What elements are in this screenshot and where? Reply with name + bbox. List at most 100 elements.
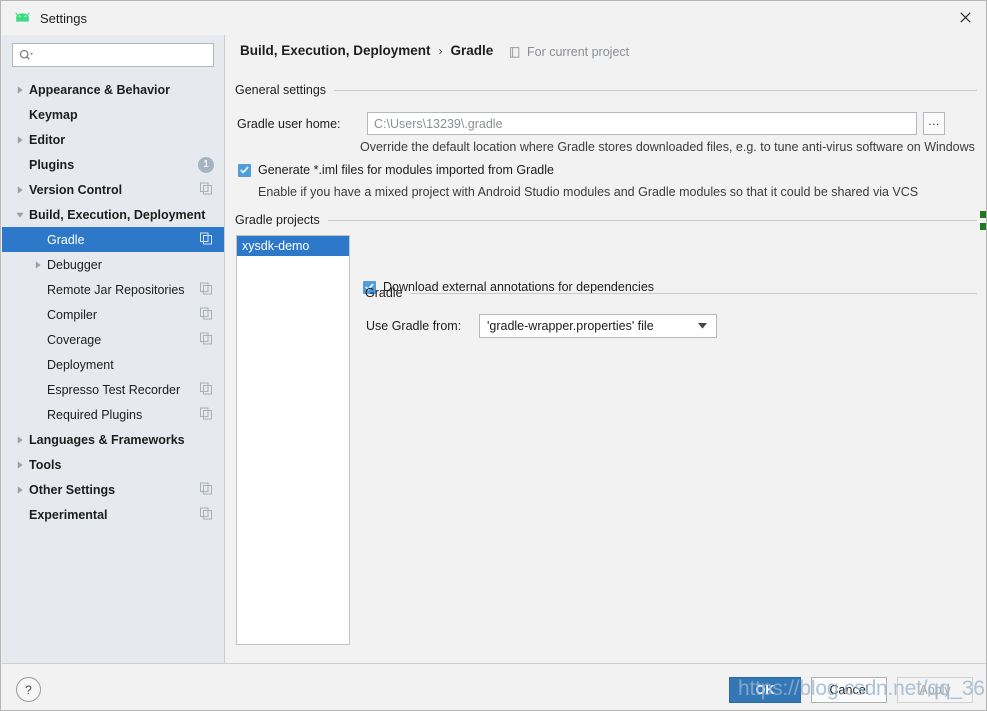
- chevron-right-icon[interactable]: [14, 134, 26, 146]
- sidebar-item-label: Required Plugins: [47, 408, 142, 422]
- modified-marker-bottom: [980, 223, 987, 230]
- group-divider: [328, 220, 977, 221]
- sidebar-item-build-execution-deployment[interactable]: Build, Execution, Deployment: [2, 202, 224, 227]
- copy-icon: [200, 232, 212, 247]
- general-settings-header: General settings: [225, 83, 987, 97]
- breadcrumb-segment-1[interactable]: Gradle: [451, 43, 494, 58]
- plugins-update-badge: 1: [198, 157, 214, 173]
- copy-icon: [200, 182, 212, 197]
- chevron-down-icon[interactable]: [14, 209, 26, 221]
- sidebar-item-label: Espresso Test Recorder: [47, 383, 180, 397]
- tree-indent-spacer: [32, 309, 44, 321]
- sidebar-item-other-settings[interactable]: Other Settings: [2, 477, 224, 502]
- close-icon[interactable]: [942, 1, 987, 34]
- tree-indent-spacer: [32, 334, 44, 346]
- search-box[interactable]: [12, 43, 214, 67]
- sidebar-item-keymap[interactable]: Keymap: [2, 102, 224, 127]
- sidebar-item-required-plugins[interactable]: Required Plugins: [2, 402, 224, 427]
- sidebar-item-label: Compiler: [47, 308, 97, 322]
- chevron-right-icon[interactable]: [14, 484, 26, 496]
- sidebar-item-label: Build, Execution, Deployment: [29, 208, 205, 222]
- group-divider: [411, 293, 977, 294]
- general-settings-title: General settings: [235, 83, 326, 97]
- ok-button[interactable]: OK: [729, 677, 801, 703]
- use-gradle-from-value: 'gradle-wrapper.properties' file: [487, 319, 654, 333]
- tree-indent-spacer: [32, 359, 44, 371]
- copy-icon: [200, 332, 212, 347]
- sidebar-item-version-control[interactable]: Version Control: [2, 177, 224, 202]
- settings-dialog: Settings Appearance & BehaviorKe: [0, 0, 987, 711]
- tree-indent-spacer: [32, 409, 44, 421]
- use-gradle-from-select[interactable]: 'gradle-wrapper.properties' file: [479, 314, 717, 338]
- sidebar-item-espresso-test-recorder[interactable]: Espresso Test Recorder: [2, 377, 224, 402]
- search-input[interactable]: [34, 45, 213, 65]
- gradle-project-item[interactable]: xysdk-demo: [237, 236, 349, 256]
- copy-icon: [200, 282, 212, 297]
- generate-iml-label: Generate *.iml files for modules importe…: [258, 163, 554, 177]
- cancel-button[interactable]: Cancel: [811, 677, 887, 703]
- gradle-user-home-hint: Override the default location where Grad…: [360, 140, 975, 154]
- sidebar-item-label: Remote Jar Repositories: [47, 283, 185, 297]
- copy-icon: [200, 307, 212, 322]
- breadcrumb-separator: ›: [439, 44, 443, 58]
- scope-note-label: For current project: [527, 45, 629, 59]
- gradle-user-home-input[interactable]: [367, 112, 917, 135]
- sidebar-item-appearance-behavior[interactable]: Appearance & Behavior: [2, 77, 224, 102]
- use-gradle-from-row: Use Gradle from: 'gradle-wrapper.propert…: [366, 314, 717, 338]
- dialog-footer: ? OK Cancel Apply: [2, 663, 987, 711]
- browse-button[interactable]: ...: [923, 112, 945, 135]
- sidebar-item-editor[interactable]: Editor: [2, 127, 224, 152]
- sidebar-item-label: Tools: [29, 458, 61, 472]
- modified-marker-top: [980, 211, 987, 218]
- sidebar-item-compiler[interactable]: Compiler: [2, 302, 224, 327]
- sidebar-item-label: Debugger: [47, 258, 102, 272]
- chevron-right-icon[interactable]: [14, 84, 26, 96]
- tree-indent-spacer: [14, 509, 26, 521]
- sidebar-item-label: Coverage: [47, 333, 101, 347]
- settings-sidebar: Appearance & Behavior KeymapEditorPlugins…: [2, 35, 225, 663]
- generate-iml-checkbox-row[interactable]: Generate *.iml files for modules importe…: [238, 163, 554, 177]
- settings-tree: Appearance & Behavior KeymapEditorPlugins…: [2, 77, 224, 527]
- sidebar-item-languages-frameworks[interactable]: Languages & Frameworks: [2, 427, 224, 452]
- chevron-right-icon[interactable]: [32, 259, 44, 271]
- chevron-right-icon[interactable]: [14, 434, 26, 446]
- sidebar-item-remote-jar-repositories[interactable]: Remote Jar Repositories: [2, 277, 224, 302]
- sidebar-item-deployment[interactable]: Deployment: [2, 352, 224, 377]
- generate-iml-checkbox[interactable]: [238, 164, 251, 177]
- group-divider: [334, 90, 977, 91]
- copy-icon: [200, 507, 212, 522]
- sidebar-item-label: Appearance & Behavior: [29, 83, 170, 97]
- gradle-projects-header: Gradle projects: [225, 213, 987, 227]
- gradle-subgroup: Gradle: [355, 286, 987, 300]
- chevron-right-icon[interactable]: [14, 184, 26, 196]
- generate-iml-hint: Enable if you have a mixed project with …: [258, 185, 918, 199]
- gradle-user-home-label: Gradle user home:: [237, 117, 367, 131]
- gradle-projects-list[interactable]: xysdk-demo: [236, 235, 350, 645]
- general-settings-group: General settings: [225, 83, 987, 97]
- breadcrumb-segment-0[interactable]: Build, Execution, Deployment: [240, 43, 431, 58]
- sidebar-item-coverage[interactable]: Coverage: [2, 327, 224, 352]
- copy-icon: [200, 407, 212, 422]
- sidebar-item-debugger[interactable]: Debugger: [2, 252, 224, 277]
- gradle-projects-title: Gradle projects: [235, 213, 320, 227]
- copy-icon: [200, 482, 212, 497]
- sidebar-item-label: Experimental: [29, 508, 108, 522]
- sidebar-item-tools[interactable]: Tools: [2, 452, 224, 477]
- copy-icon: [200, 382, 212, 397]
- sidebar-item-label: Other Settings: [29, 483, 115, 497]
- gradle-projects-group: Gradle projects: [225, 213, 987, 227]
- chevron-down-icon: [698, 323, 707, 329]
- chevron-right-icon[interactable]: [14, 459, 26, 471]
- search-icon: [19, 49, 34, 62]
- sidebar-item-gradle[interactable]: Gradle: [2, 227, 224, 252]
- gradle-subgroup-title: Gradle: [365, 286, 403, 300]
- scope-note: For current project: [510, 45, 629, 59]
- apply-button[interactable]: Apply: [897, 677, 973, 703]
- breadcrumb: Build, Execution, Deployment › Gradle: [240, 43, 493, 58]
- title-bar: Settings: [1, 1, 987, 35]
- tree-indent-spacer: [32, 234, 44, 246]
- sidebar-item-experimental[interactable]: Experimental: [2, 502, 224, 527]
- sidebar-item-plugins[interactable]: Plugins1: [2, 152, 224, 177]
- help-button[interactable]: ?: [16, 677, 41, 702]
- gradle-subgroup-header: Gradle: [355, 286, 987, 300]
